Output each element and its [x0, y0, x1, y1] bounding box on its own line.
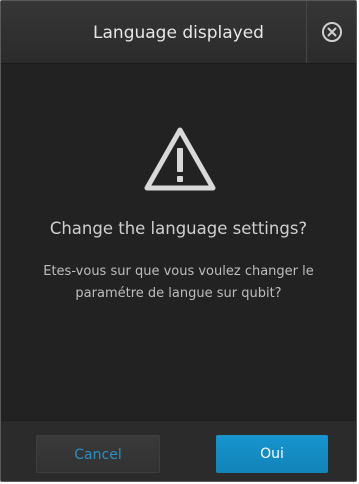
- language-dialog: Language displayed Change the language s…: [0, 0, 357, 482]
- confirm-button[interactable]: Oui: [216, 435, 328, 473]
- detail-line-1: Etes-vous sur que vous voulez changer le: [43, 264, 314, 279]
- confirmation-detail: Etes-vous sur que vous voulez changer le…: [25, 261, 332, 305]
- confirmation-question: Change the language settings?: [49, 219, 308, 238]
- cancel-button[interactable]: Cancel: [36, 435, 160, 473]
- dialog-header: Language displayed: [1, 1, 356, 64]
- close-button[interactable]: [306, 1, 356, 63]
- dialog-title: Language displayed: [93, 23, 264, 43]
- warning-icon: [143, 126, 217, 192]
- close-icon: [321, 22, 342, 42]
- detail-line-2: paramétre de langue sur qubit?: [75, 286, 282, 301]
- dialog-footer: Cancel Oui: [1, 420, 356, 481]
